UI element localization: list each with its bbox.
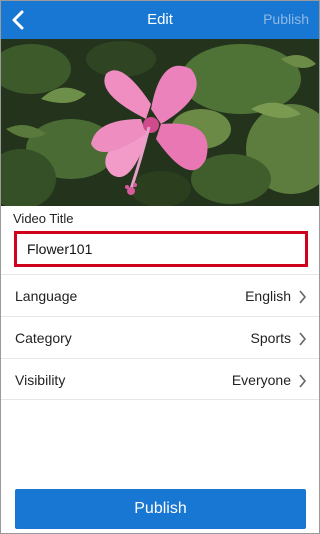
chevron-right-icon — [298, 290, 307, 304]
app-screen: Edit Publish Video Title Flower101 Langu… — [0, 0, 320, 534]
divider — [1, 399, 319, 400]
category-row[interactable]: Category Sports — [1, 316, 319, 358]
publish-button[interactable]: Publish — [15, 489, 306, 529]
header-publish-button[interactable]: Publish — [263, 11, 309, 27]
hibiscus-image — [1, 39, 319, 206]
video-title-input[interactable] — [14, 231, 308, 267]
visibility-value: Everyone — [231, 372, 291, 388]
language-value: English — [245, 288, 291, 304]
visibility-label: Visibility — [15, 372, 66, 388]
video-thumbnail[interactable] — [1, 39, 319, 206]
chevron-right-icon — [298, 374, 307, 388]
category-value: Sports — [250, 330, 291, 346]
chevron-right-icon — [298, 332, 307, 346]
top-bar: Edit Publish — [1, 1, 319, 39]
language-row[interactable]: Language English — [1, 274, 319, 316]
language-label: Language — [15, 288, 78, 304]
video-title-label: Video Title — [13, 211, 74, 226]
visibility-row[interactable]: Visibility Everyone — [1, 358, 319, 400]
category-label: Category — [15, 330, 72, 346]
